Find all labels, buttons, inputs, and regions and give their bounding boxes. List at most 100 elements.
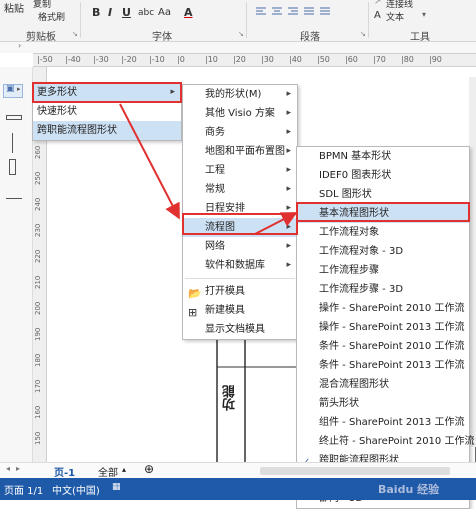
menu-item-terminators-sp2010[interactable]: 终止符 - SharePoint 2010 工作流 <box>297 432 474 451</box>
menu-item-conditions-sp2010[interactable]: 条件 - SharePoint 2010 工作流 <box>297 337 469 356</box>
menu-item-hybrid-flowchart[interactable]: 混合流程图形状 <box>297 375 469 394</box>
vruler-tick: 170 <box>34 379 42 393</box>
tab-scroll-left-icon[interactable]: ◂ <box>6 464 10 473</box>
menu-item-actions-sp2010[interactable]: 操作 - SharePoint 2010 工作流 <box>297 299 469 318</box>
vruler-tick: 160 <box>34 405 42 419</box>
shapes-menu: 更多形状 快速形状 跨职能流程图形状 <box>32 82 182 141</box>
collapse-chevron-icon[interactable]: › <box>18 41 21 50</box>
menu-item-idef0[interactable]: IDEF0 图表形状 <box>297 166 469 185</box>
shapes-icon: ▣ <box>6 84 15 94</box>
ruler-tick: |80 <box>401 55 414 64</box>
menu-item-workflow-objects[interactable]: 工作流程对象 <box>297 223 469 242</box>
tab-page-1[interactable]: 页-1 <box>54 464 75 479</box>
more-shapes-button[interactable]: ▣ ▸ <box>3 84 23 98</box>
strikethrough-button[interactable]: abc <box>138 8 154 18</box>
menu-item-maps-floor-plans[interactable]: 地图和平面布置图 <box>183 142 297 161</box>
menu-item-more-shapes[interactable]: 更多形状 <box>33 83 181 102</box>
menu-item-software-database[interactable]: 软件和数据库 <box>183 256 297 275</box>
page-indicator[interactable]: 页面 1/1 <box>4 482 43 497</box>
menu-item-other-visio-solutions[interactable]: 其他 Visio 方案 <box>183 104 297 123</box>
menu-item-open-stencil[interactable]: 📂 打开模具 <box>183 282 297 301</box>
align-buttons[interactable] <box>254 6 334 18</box>
text-tool-icon: A <box>374 10 381 21</box>
font-color-button[interactable]: A <box>184 6 193 19</box>
status-bar: 页面 1/1 中文(中国) ▦ Baidu 经验 <box>0 478 476 500</box>
menu-item-business[interactable]: 商务 <box>183 123 297 142</box>
vruler-tick: 200 <box>34 301 42 315</box>
function-lane-label: 功能 <box>223 385 238 411</box>
menu-item-workflow-steps-3d[interactable]: 工作流程步骤 - 3D <box>297 280 469 299</box>
ruler-tick: |10 <box>205 55 218 64</box>
ribbon-separator <box>368 2 369 38</box>
menu-item-flowchart[interactable]: 流程图 <box>183 218 297 237</box>
menu-item-sdl[interactable]: SDL 图形状 <box>297 185 469 204</box>
menu-item-schedule[interactable]: 日程安排 <box>183 199 297 218</box>
paragraph-launcher-icon[interactable]: ↘ <box>360 30 366 38</box>
all-pages-button[interactable]: 全部 <box>98 464 118 479</box>
separator-shape-icon[interactable] <box>6 198 22 199</box>
menu-item-new-stencil[interactable]: ⊞ 新建模具 <box>183 301 297 320</box>
font-launcher-icon[interactable]: ↘ <box>238 30 244 38</box>
menu-item-components-sp2013[interactable]: 组件 - SharePoint 2013 工作流 <box>297 413 469 432</box>
ruler-tick: |-40 <box>65 55 81 64</box>
alignment-icons[interactable] <box>254 6 334 18</box>
ruler-tick: |-30 <box>93 55 109 64</box>
menu-separator <box>185 278 295 279</box>
menu-item-engineering[interactable]: 工程 <box>183 161 297 180</box>
tab-scroll-right-icon[interactable]: ▸ <box>16 464 20 473</box>
vruler-tick: 190 <box>34 327 42 341</box>
vruler-tick: 240 <box>34 197 42 211</box>
ribbon: 粘贴 复制 格式刷 剪贴板 ↘ B I U abc Aa A 字体 ↘ 段落 ↘… <box>0 0 476 43</box>
ruler-tick: |60 <box>345 55 358 64</box>
menu-item-workflow-steps[interactable]: 工作流程步骤 <box>297 261 469 280</box>
ruler-tick: |40 <box>289 55 302 64</box>
menu-item-network[interactable]: 网络 <box>183 237 297 256</box>
format-painter-button[interactable]: 格式刷 <box>38 10 65 23</box>
menu-item-my-shapes[interactable]: 我的形状(M) <box>183 85 297 104</box>
menu-item-arrow-shapes[interactable]: 箭头形状 <box>297 394 469 413</box>
text-dropdown-icon[interactable]: ▾ <box>422 10 426 19</box>
language-indicator[interactable]: 中文(中国) <box>52 482 100 497</box>
ribbon-separator <box>80 2 81 38</box>
ruler-tick: |70 <box>373 55 386 64</box>
process-shape-icon[interactable] <box>6 115 22 120</box>
menu-item-cross-functional-shapes[interactable]: 跨职能流程图形状 <box>33 121 181 140</box>
menu-item-general[interactable]: 常规 <box>183 180 297 199</box>
macro-record-icon[interactable]: ▦ <box>112 482 121 492</box>
paste-button[interactable]: 粘贴 <box>4 0 24 15</box>
menu-item-quick-shapes[interactable]: 快速形状 <box>33 102 181 121</box>
vertical-scrollbar[interactable] <box>469 77 476 447</box>
clipboard-launcher-icon[interactable]: ↘ <box>72 30 78 38</box>
menu-item-bpmn-basic[interactable]: BPMN 基本形状 <box>297 147 469 166</box>
copy-button[interactable]: 复制 <box>33 0 51 10</box>
vruler-tick: 150 <box>34 431 42 445</box>
font-size-button[interactable]: Aa <box>158 7 171 18</box>
ribbon-collapse-strip: › <box>0 41 476 53</box>
vruler-tick: 250 <box>34 171 42 185</box>
line-shape-icon[interactable] <box>12 133 13 153</box>
connector-icon: ↗ <box>374 0 382 7</box>
expand-arrow-icon: ▸ <box>17 85 21 93</box>
ribbon-separator <box>246 2 247 38</box>
menu-item-basic-flowchart[interactable]: 基本流程图形状 <box>297 204 469 223</box>
underline-button[interactable]: U <box>122 6 131 19</box>
vruler-tick: 210 <box>34 275 42 289</box>
shapes-panel: ▣ ▸ <box>0 67 33 462</box>
ruler-tick: |20 <box>233 55 246 64</box>
horizontal-scrollbar[interactable] <box>260 467 450 475</box>
add-page-icon[interactable]: ⊕ <box>144 462 154 476</box>
open-stencil-label: 打开模具 <box>205 286 245 297</box>
italic-button[interactable]: I <box>108 6 112 19</box>
vruler-tick: 230 <box>34 223 42 237</box>
lane-shape-icon[interactable] <box>9 159 16 175</box>
bold-button[interactable]: B <box>92 6 100 19</box>
menu-item-workflow-objects-3d[interactable]: 工作流程对象 - 3D <box>297 242 469 261</box>
horizontal-ruler: |-50 |-40 |-30 |-20 |-10 |0 |10 |20 |30 … <box>33 53 476 67</box>
connector-tool[interactable]: 连接线 <box>386 0 413 10</box>
ruler-tick: |-10 <box>149 55 165 64</box>
all-pages-dropdown-icon[interactable]: ▴ <box>122 465 126 474</box>
text-tool[interactable]: 文本 <box>386 10 404 23</box>
menu-item-actions-sp2013[interactable]: 操作 - SharePoint 2013 工作流 <box>297 318 469 337</box>
menu-item-conditions-sp2013[interactable]: 条件 - SharePoint 2013 工作流 <box>297 356 469 375</box>
menu-item-show-document-stencil[interactable]: 显示文档模具 <box>183 320 297 339</box>
